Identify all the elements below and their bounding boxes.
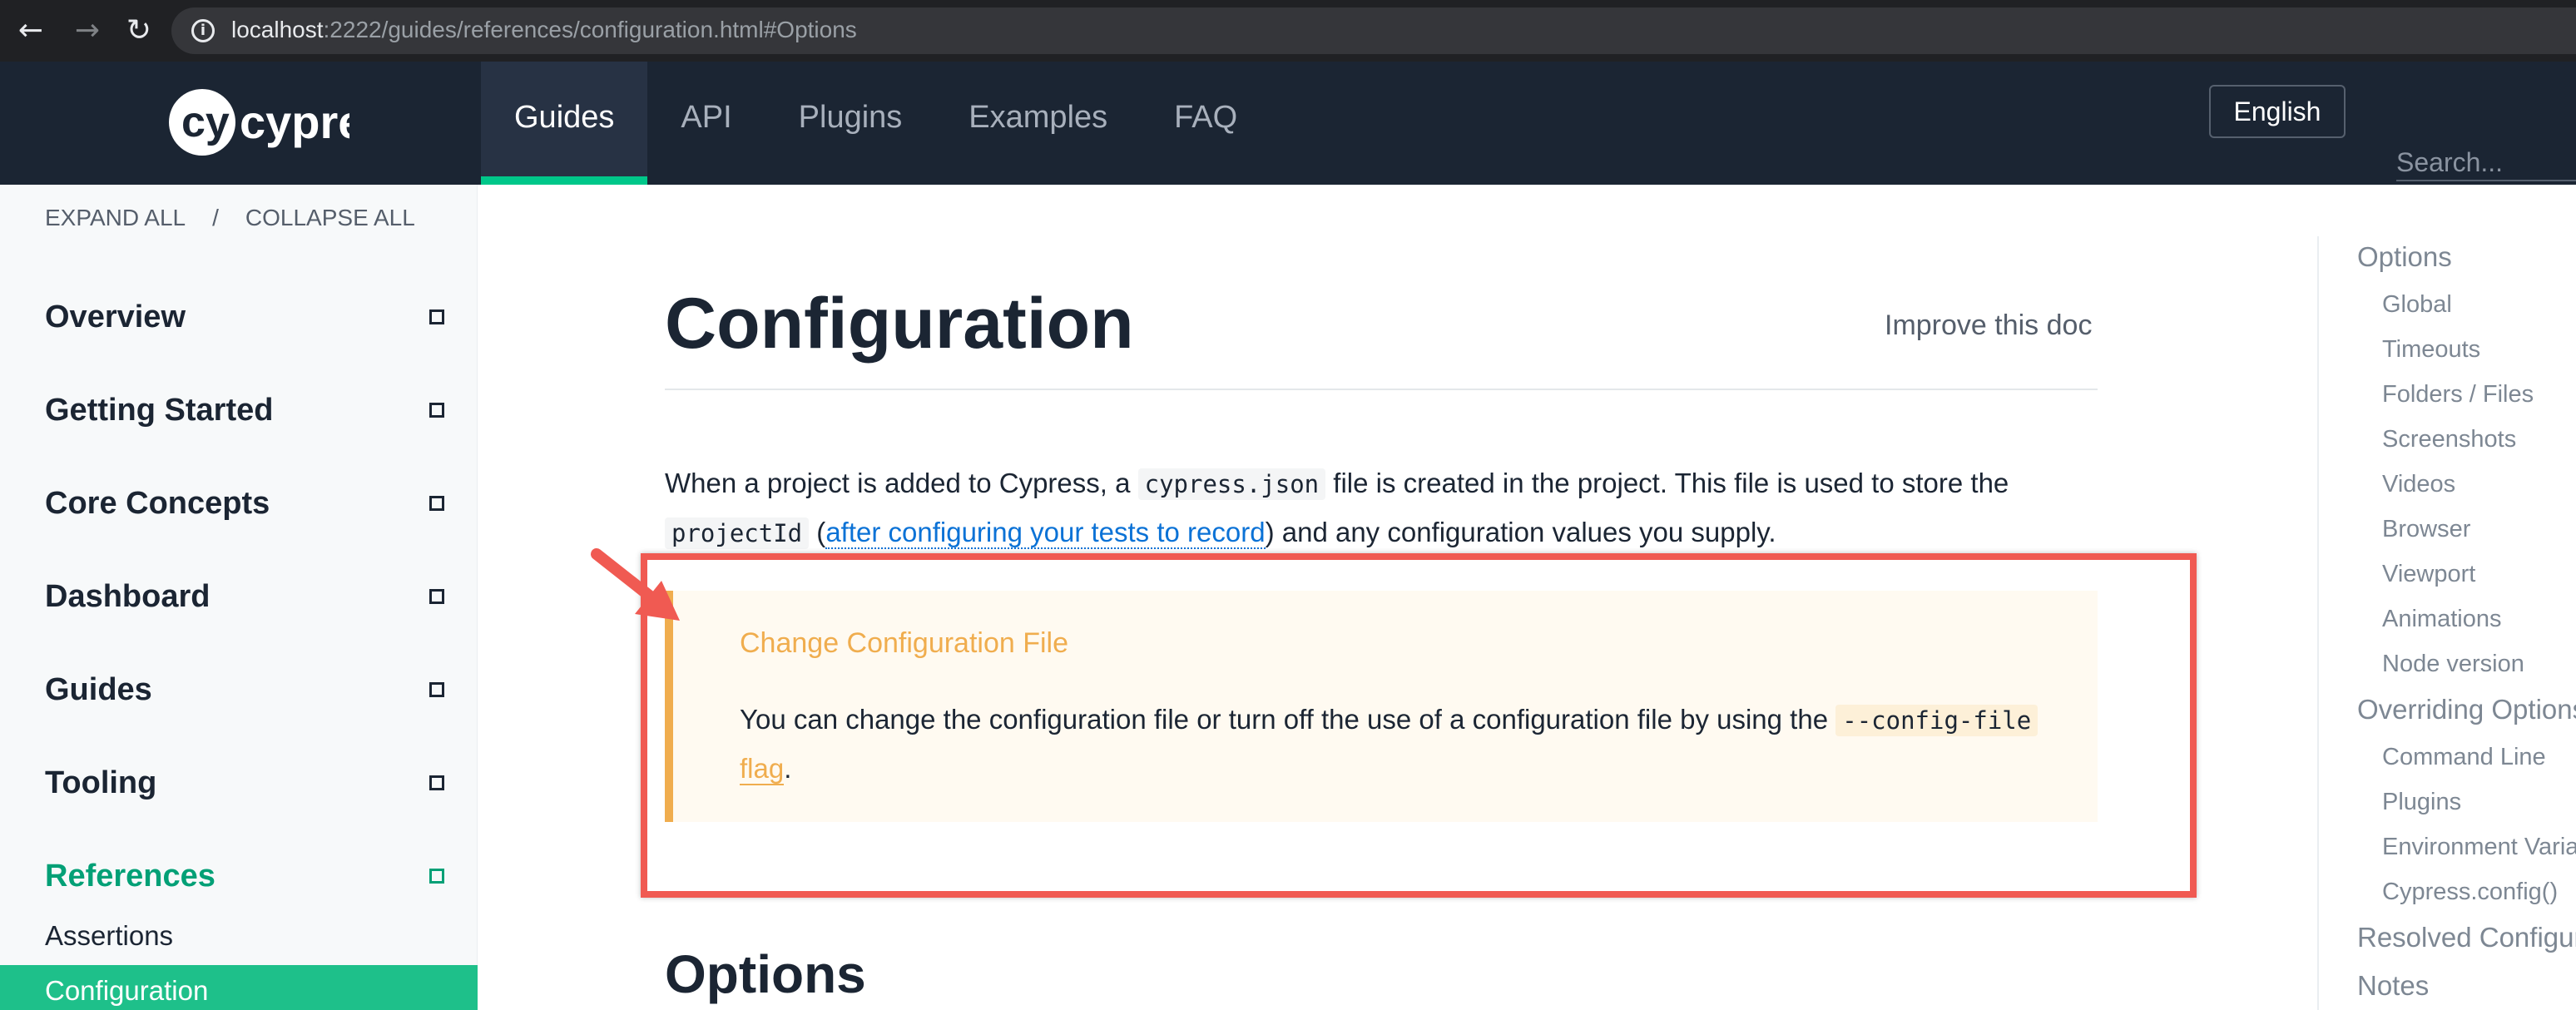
logo-text: cypress xyxy=(240,96,349,148)
reload-button[interactable]: ↻ xyxy=(118,10,160,52)
expand-separator: / xyxy=(212,205,219,230)
options-heading: Options xyxy=(665,944,866,1004)
toc-item-screenshots[interactable]: Screenshots xyxy=(2382,426,2516,453)
sidebar-item-guides[interactable]: Guides xyxy=(45,665,444,715)
toc-item-videos[interactable]: Videos xyxy=(2382,471,2455,498)
toc-item-options[interactable]: Options xyxy=(2357,241,2452,273)
arrow-right-icon: → xyxy=(74,13,101,47)
callout-end: . xyxy=(784,753,792,784)
intro-text-1: When a project is added to Cypress, a xyxy=(665,468,1138,498)
sidebar-item-label: Dashboard xyxy=(45,579,211,614)
callout-text: You can change the configuration file or… xyxy=(740,704,1836,735)
site-header: cy cypress Guides API Plugins Examples F… xyxy=(0,62,2576,185)
arrow-left-icon: ← xyxy=(17,13,44,47)
sidebar-item-references[interactable]: References xyxy=(45,851,444,901)
intro-paragraph: When a project is added to Cypress, a cy… xyxy=(665,459,2146,557)
sidebar-subitem-configuration[interactable]: Configuration xyxy=(0,965,478,1010)
warning-callout: Change Configuration File You can change… xyxy=(665,591,2098,822)
sidebar-item-label: Overview xyxy=(45,300,186,334)
toc-item-command-line[interactable]: Command Line xyxy=(2382,744,2546,771)
cypress-logo[interactable]: cy cypress xyxy=(166,87,349,158)
toc-item-node-version[interactable]: Node version xyxy=(2382,651,2524,678)
code-cypress-json: cypress.json xyxy=(1137,468,1326,500)
expand-box-icon xyxy=(429,309,444,324)
sidebar-item-getting-started[interactable]: Getting Started xyxy=(45,385,444,435)
sidebar-item-label: Guides xyxy=(45,672,152,707)
tab-guides[interactable]: Guides xyxy=(481,62,648,185)
search-input[interactable] xyxy=(2396,145,2576,181)
expand-box-icon xyxy=(429,589,444,604)
expand-box-icon xyxy=(429,775,444,790)
toc-divider xyxy=(2317,236,2319,1010)
tab-faq[interactable]: FAQ xyxy=(1141,62,1271,185)
back-button[interactable]: ← xyxy=(10,10,52,52)
flag-link[interactable]: flag xyxy=(740,753,785,785)
toc-item-notes[interactable]: Notes xyxy=(2357,970,2429,1002)
sidebar-item-tooling[interactable]: Tooling xyxy=(45,758,444,808)
toc-item-viewport[interactable]: Viewport xyxy=(2382,561,2475,588)
info-icon[interactable]: i xyxy=(191,19,215,42)
expand-all-button[interactable]: EXPAND ALL xyxy=(45,205,186,231)
toc-item-global[interactable]: Global xyxy=(2382,291,2452,319)
callout-title: Change Configuration File xyxy=(740,627,1069,659)
expand-box-icon xyxy=(429,403,444,418)
expand-box-icon xyxy=(429,682,444,697)
cypress-logo-icon: cy cypress xyxy=(169,89,349,156)
collapse-all-button[interactable]: COLLAPSE ALL xyxy=(245,205,415,231)
annotation-arrow-icon xyxy=(591,548,680,621)
intro-text-2: file is created in the project. This fil… xyxy=(1325,468,2009,498)
main-content: Configuration Improve this doc When a pr… xyxy=(478,185,2317,1010)
toc-item-plugins[interactable]: Plugins xyxy=(2382,789,2461,816)
sidebar: EXPAND ALL / COLLAPSE ALL Overview Getting… xyxy=(0,185,478,1010)
url-path: :2222/guides/references/configuration.ht… xyxy=(323,17,857,42)
title-divider xyxy=(665,389,2098,390)
sidebar-item-label: Tooling xyxy=(45,765,157,800)
expand-collapse-row: EXPAND ALL / COLLAPSE ALL xyxy=(45,205,415,231)
language-button[interactable]: English xyxy=(2209,85,2346,138)
sidebar-item-label: Core Concepts xyxy=(45,486,270,521)
toc-item-browser[interactable]: Browser xyxy=(2382,516,2470,543)
sidebar-item-label: Getting Started xyxy=(45,393,274,428)
top-navigation: Guides API Plugins Examples FAQ xyxy=(481,62,1271,185)
browser-toolbar: ← → ↻ i localhost:2222/guides/references… xyxy=(0,0,2576,62)
table-of-contents: Options Global Timeouts Folders / Files … xyxy=(2317,185,2576,1010)
toc-item-animations[interactable]: Animations xyxy=(2382,606,2501,633)
sidebar-item-overview[interactable]: Overview xyxy=(45,292,444,342)
url-text[interactable]: localhost:2222/guides/references/configu… xyxy=(231,17,857,43)
toc-item-cypress-config[interactable]: Cypress.config() xyxy=(2382,879,2558,906)
record-tests-link[interactable]: after configuring your tests to record xyxy=(825,517,1266,549)
page-title: Configuration xyxy=(665,284,1134,364)
toc-item-folders-files[interactable]: Folders / Files xyxy=(2382,381,2534,408)
sidebar-item-label: References xyxy=(45,859,215,894)
toc-item-resolved-configuration[interactable]: Resolved Configuration xyxy=(2357,922,2576,953)
toc-item-environment-variables[interactable]: Environment Variables xyxy=(2382,834,2576,861)
forward-button[interactable]: → xyxy=(67,10,108,52)
intro-text-4: ) and any configuration values you suppl… xyxy=(1265,517,1776,547)
improve-doc-link[interactable]: Improve this doc xyxy=(1885,309,2092,342)
callout-body: You can change the configuration file or… xyxy=(740,696,2054,792)
address-bar[interactable]: i localhost:2222/guides/references/confi… xyxy=(171,7,2576,54)
expand-box-icon xyxy=(429,496,444,511)
reload-icon: ↻ xyxy=(126,13,152,47)
sidebar-item-dashboard[interactable]: Dashboard xyxy=(45,572,444,621)
intro-text-3: ( xyxy=(809,517,826,547)
toc-item-timeouts[interactable]: Timeouts xyxy=(2382,336,2480,364)
svg-text:cy: cy xyxy=(181,98,230,146)
collapse-box-icon xyxy=(429,869,444,884)
sidebar-subitem-assertions[interactable]: Assertions xyxy=(45,920,173,952)
url-host: localhost xyxy=(231,17,324,42)
tab-api[interactable]: API xyxy=(647,62,765,185)
tab-plugins[interactable]: Plugins xyxy=(765,62,936,185)
tab-examples[interactable]: Examples xyxy=(935,62,1141,185)
toc-item-overriding-options[interactable]: Overriding Options xyxy=(2357,694,2576,725)
sidebar-item-core-concepts[interactable]: Core Concepts xyxy=(45,478,444,528)
code-config-file: --config-file xyxy=(1835,705,2039,736)
